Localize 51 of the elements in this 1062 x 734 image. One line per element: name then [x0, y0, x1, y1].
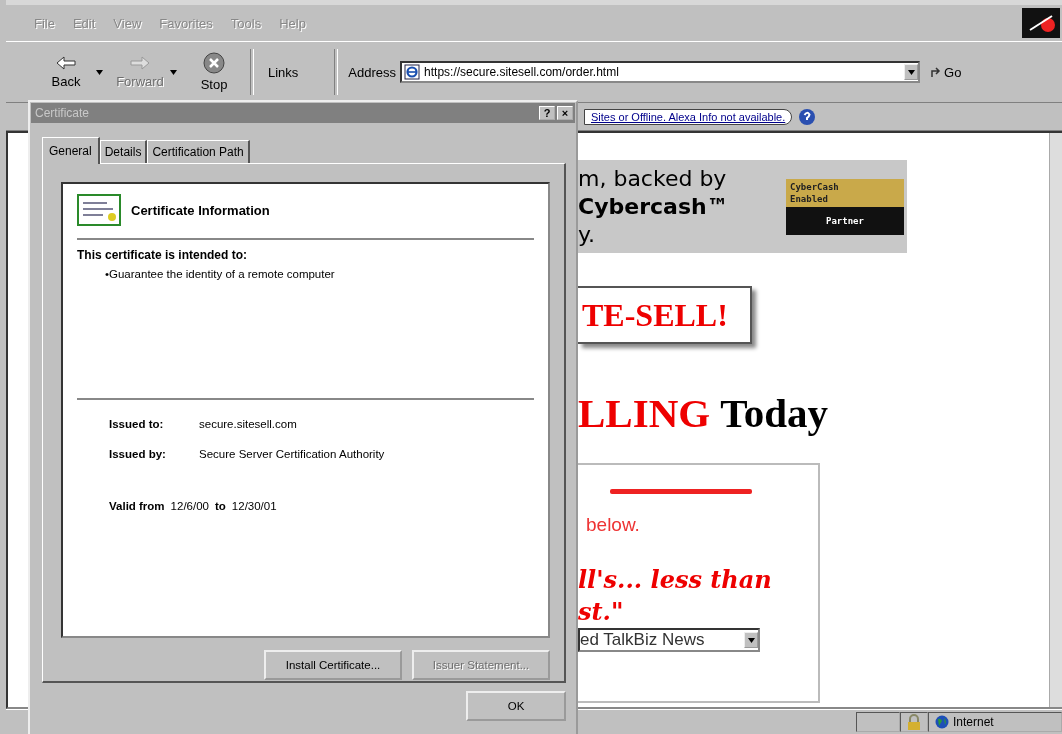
- headline-text: Today: [720, 389, 829, 437]
- go-arrow-icon: [930, 65, 943, 79]
- headline-text: LLING: [578, 389, 711, 437]
- lock-icon: [907, 714, 921, 730]
- tab[interactable]: Details: [99, 140, 148, 163]
- field-label: to: [215, 500, 226, 512]
- scrollbar[interactable]: [1049, 133, 1062, 707]
- browser-logo-icon: [1022, 8, 1060, 38]
- help-button[interactable]: ?: [539, 106, 555, 120]
- address-field[interactable]: https://secure.sitesell.com/order.html: [400, 61, 921, 83]
- note-text: below.: [586, 514, 641, 536]
- page-icon: [404, 64, 421, 80]
- quote-text: ll's... less than: [578, 564, 773, 596]
- dropdown-arrow-icon[interactable]: [170, 69, 177, 75]
- newsletter-select[interactable]: ed TalkBiz News: [578, 628, 760, 652]
- dialog-button[interactable]: Install Certificate...: [264, 650, 402, 680]
- close-button[interactable]: ×: [557, 106, 573, 120]
- banner-text: m, backed by: [578, 164, 728, 193]
- dropdown-arrow-icon[interactable]: [96, 69, 103, 75]
- banner-text: Cybercash™: [578, 192, 730, 221]
- ok-button[interactable]: OK: [466, 691, 566, 721]
- back-button[interactable]: Back: [36, 55, 96, 89]
- dropdown-arrow-icon[interactable]: [747, 637, 755, 643]
- certificate-icon: [77, 194, 121, 226]
- field-value: Secure Server Certification Authority: [199, 448, 385, 460]
- help-icon[interactable]: [798, 107, 817, 126]
- field-label: Issued to:: [109, 418, 165, 430]
- forward-arrow-icon: [129, 55, 151, 71]
- intended-label: This certificate is intended to:: [77, 248, 249, 262]
- tab[interactable]: Certification Path: [147, 140, 250, 163]
- field-label: Valid from: [109, 500, 165, 512]
- links-label[interactable]: Links: [260, 64, 329, 80]
- tab[interactable]: General: [42, 137, 100, 164]
- field-value: secure.sitesell.com: [199, 418, 297, 430]
- field-label: Issued by:: [109, 448, 167, 460]
- banner-text: y.: [578, 220, 596, 249]
- address-label: Address: [348, 64, 397, 80]
- stop-button[interactable]: Stop: [184, 52, 244, 92]
- section-heading: Certificate Information: [131, 202, 270, 218]
- field-value: 12/30/01: [231, 500, 277, 512]
- go-button[interactable]: Go: [930, 64, 962, 80]
- dropdown-arrow-icon[interactable]: [907, 69, 915, 75]
- quote-text: st.": [578, 596, 625, 628]
- globe-icon: [935, 715, 949, 729]
- dialog-title: Certificate: [35, 106, 91, 120]
- zone-label: Internet: [953, 715, 994, 729]
- field-value: 12/6/00: [170, 500, 209, 512]
- purpose-text: •Guarantee the identity of a remote computer: [105, 268, 336, 280]
- alexa-info-link[interactable]: Sites or Offline. Alexa Info not available.: [584, 108, 793, 125]
- back-arrow-icon: [55, 55, 77, 71]
- stop-icon: [203, 52, 225, 74]
